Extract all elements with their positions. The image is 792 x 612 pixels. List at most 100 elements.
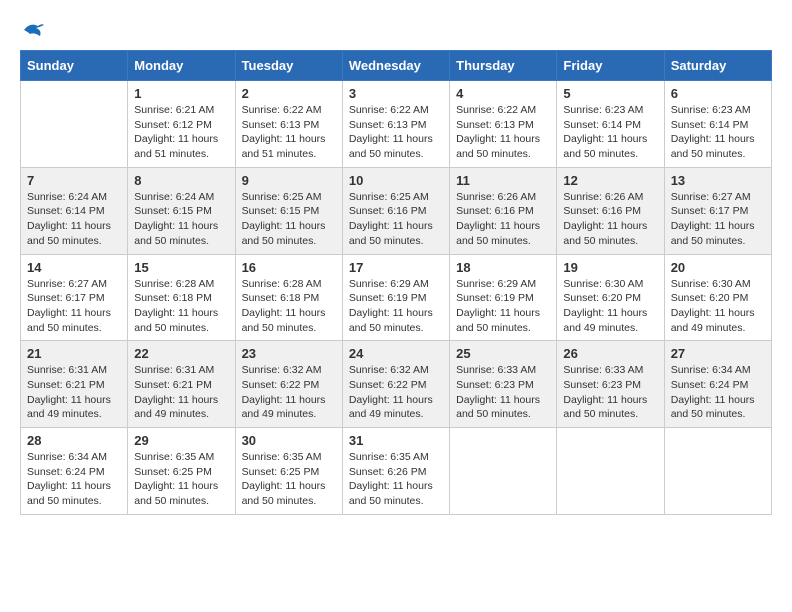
day-info: Sunrise: 6:31 AMSunset: 6:21 PMDaylight:… [27, 363, 121, 422]
day-number: 3 [349, 86, 443, 101]
logo-bird-icon [22, 20, 46, 40]
column-header-wednesday: Wednesday [342, 51, 449, 81]
day-number: 31 [349, 433, 443, 448]
calendar-cell: 16 Sunrise: 6:28 AMSunset: 6:18 PMDayligh… [235, 254, 342, 341]
day-number: 18 [456, 260, 550, 275]
calendar-cell: 23Sunrise: 6:32 AMSunset: 6:22 PMDayligh… [235, 341, 342, 428]
calendar-cell: 28 Sunrise: 6:34 AMSunset: 6:24 PMDayligh… [21, 428, 128, 515]
calendar-cell: 4 Sunrise: 6:22 AMSunset: 6:13 PMDaylight… [450, 81, 557, 168]
logo [20, 20, 46, 40]
day-number: 8 [134, 173, 228, 188]
day-info: Sunrise: 6:34 AMSunset: 6:24 PMDaylight:… [671, 363, 765, 422]
day-info: Sunrise: 6:24 AMSunset: 6:15 PMDaylight:… [134, 190, 228, 249]
day-number: 13 [671, 173, 765, 188]
day-info: Sunrise: 6:30 AMSunset: 6:20 PMDaylight:… [563, 277, 657, 336]
day-number: 21 [27, 346, 121, 361]
day-info: Sunrise: 6:30 AMSunset: 6:20 PMDaylight:… [671, 277, 765, 336]
calendar-cell: 27Sunrise: 6:34 AMSunset: 6:24 PMDayligh… [664, 341, 771, 428]
calendar-cell: 2 Sunrise: 6:22 AMSunset: 6:13 PMDaylight… [235, 81, 342, 168]
day-info: Sunrise: 6:27 AMSunset: 6:17 PMDaylight:… [671, 190, 765, 249]
calendar-week-row: 21 Sunrise: 6:31 AMSunset: 6:21 PMDayligh… [21, 341, 772, 428]
day-info: Sunrise: 6:35 AMSunset: 6:25 PMDaylight:… [134, 450, 228, 509]
day-number: 25 [456, 346, 550, 361]
day-info: Sunrise: 6:35 AMSunset: 6:26 PMDaylight:… [349, 450, 443, 509]
day-number: 20 [671, 260, 765, 275]
day-number: 12 [563, 173, 657, 188]
day-number: 1 [134, 86, 228, 101]
calendar-week-row: 7 Sunrise: 6:24 AMSunset: 6:14 PMDaylight… [21, 167, 772, 254]
day-info: Sunrise: 6:34 AMSunset: 6:24 PMDaylight:… [27, 450, 121, 509]
day-number: 16 [242, 260, 336, 275]
calendar-cell: 15Sunrise: 6:28 AMSunset: 6:18 PMDayligh… [128, 254, 235, 341]
calendar-cell: 7 Sunrise: 6:24 AMSunset: 6:14 PMDaylight… [21, 167, 128, 254]
calendar-cell: 20 Sunrise: 6:30 AMSunset: 6:20 PMDayligh… [664, 254, 771, 341]
day-number: 10 [349, 173, 443, 188]
column-header-sunday: Sunday [21, 51, 128, 81]
column-header-saturday: Saturday [664, 51, 771, 81]
day-number: 15 [134, 260, 228, 275]
day-info: Sunrise: 6:29 AMSunset: 6:19 PMDaylight:… [349, 277, 443, 336]
calendar-cell: 11Sunrise: 6:26 AMSunset: 6:16 PMDayligh… [450, 167, 557, 254]
calendar-cell [557, 428, 664, 515]
day-number: 14 [27, 260, 121, 275]
day-number: 4 [456, 86, 550, 101]
calendar-cell: 13 Sunrise: 6:27 AMSunset: 6:17 PMDayligh… [664, 167, 771, 254]
calendar-cell: 24Sunrise: 6:32 AMSunset: 6:22 PMDayligh… [342, 341, 449, 428]
day-info: Sunrise: 6:31 AMSunset: 6:21 PMDaylight:… [134, 363, 228, 422]
column-header-thursday: Thursday [450, 51, 557, 81]
calendar-cell: 29Sunrise: 6:35 AMSunset: 6:25 PMDayligh… [128, 428, 235, 515]
calendar-cell [450, 428, 557, 515]
calendar-cell [21, 81, 128, 168]
calendar-cell: 22 Sunrise: 6:31 AMSunset: 6:21 PMDayligh… [128, 341, 235, 428]
day-number: 17 [349, 260, 443, 275]
day-info: Sunrise: 6:25 AMSunset: 6:15 PMDaylight:… [242, 190, 336, 249]
day-info: Sunrise: 6:33 AMSunset: 6:23 PMDaylight:… [563, 363, 657, 422]
day-number: 11 [456, 173, 550, 188]
day-number: 9 [242, 173, 336, 188]
calendar-cell: 10 Sunrise: 6:25 AMSunset: 6:16 PMDayligh… [342, 167, 449, 254]
day-number: 6 [671, 86, 765, 101]
day-info: Sunrise: 6:35 AMSunset: 6:25 PMDaylight:… [242, 450, 336, 509]
day-info: Sunrise: 6:24 AMSunset: 6:14 PMDaylight:… [27, 190, 121, 249]
day-info: Sunrise: 6:22 AMSunset: 6:13 PMDaylight:… [242, 103, 336, 162]
calendar-cell: 19 Sunrise: 6:30 AMSunset: 6:20 PMDayligh… [557, 254, 664, 341]
day-number: 30 [242, 433, 336, 448]
calendar-cell: 25 Sunrise: 6:33 AMSunset: 6:23 PMDayligh… [450, 341, 557, 428]
day-number: 5 [563, 86, 657, 101]
day-number: 2 [242, 86, 336, 101]
day-info: Sunrise: 6:26 AMSunset: 6:16 PMDaylight:… [563, 190, 657, 249]
day-info: Sunrise: 6:33 AMSunset: 6:23 PMDaylight:… [456, 363, 550, 422]
calendar-cell: 31 Sunrise: 6:35 AMSunset: 6:26 PMDayligh… [342, 428, 449, 515]
calendar-cell: 9 Sunrise: 6:25 AMSunset: 6:15 PMDaylight… [235, 167, 342, 254]
calendar-cell: 6 Sunrise: 6:23 AMSunset: 6:14 PMDaylight… [664, 81, 771, 168]
day-number: 23 [242, 346, 336, 361]
calendar-cell: 17 Sunrise: 6:29 AMSunset: 6:19 PMDayligh… [342, 254, 449, 341]
calendar-cell: 12 Sunrise: 6:26 AMSunset: 6:16 PMDayligh… [557, 167, 664, 254]
calendar-week-row: 1 Sunrise: 6:21 AMSunset: 6:12 PMDaylight… [21, 81, 772, 168]
day-number: 7 [27, 173, 121, 188]
day-number: 19 [563, 260, 657, 275]
day-info: Sunrise: 6:23 AMSunset: 6:14 PMDaylight:… [563, 103, 657, 162]
day-number: 28 [27, 433, 121, 448]
calendar-table: SundayMondayTuesdayWednesdayThursdayFrid… [20, 50, 772, 515]
calendar-cell: 26 Sunrise: 6:33 AMSunset: 6:23 PMDayligh… [557, 341, 664, 428]
day-number: 26 [563, 346, 657, 361]
calendar-cell: 8 Sunrise: 6:24 AMSunset: 6:15 PMDaylight… [128, 167, 235, 254]
column-header-tuesday: Tuesday [235, 51, 342, 81]
day-info: Sunrise: 6:21 AMSunset: 6:12 PMDaylight:… [134, 103, 228, 162]
day-info: Sunrise: 6:23 AMSunset: 6:14 PMDaylight:… [671, 103, 765, 162]
day-info: Sunrise: 6:29 AMSunset: 6:19 PMDaylight:… [456, 277, 550, 336]
day-info: Sunrise: 6:22 AMSunset: 6:13 PMDaylight:… [349, 103, 443, 162]
calendar-cell [664, 428, 771, 515]
day-number: 22 [134, 346, 228, 361]
day-info: Sunrise: 6:22 AMSunset: 6:13 PMDaylight:… [456, 103, 550, 162]
calendar-cell: 21 Sunrise: 6:31 AMSunset: 6:21 PMDayligh… [21, 341, 128, 428]
day-info: Sunrise: 6:32 AMSunset: 6:22 PMDaylight:… [349, 363, 443, 422]
column-header-friday: Friday [557, 51, 664, 81]
page-header [20, 20, 772, 40]
calendar-cell: 5 Sunrise: 6:23 AMSunset: 6:14 PMDaylight… [557, 81, 664, 168]
day-info: Sunrise: 6:25 AMSunset: 6:16 PMDaylight:… [349, 190, 443, 249]
day-info: Sunrise: 6:28 AMSunset: 6:18 PMDaylight:… [242, 277, 336, 336]
calendar-cell: 30 Sunrise: 6:35 AMSunset: 6:25 PMDayligh… [235, 428, 342, 515]
calendar-week-row: 14Sunrise: 6:27 AMSunset: 6:17 PMDayligh… [21, 254, 772, 341]
